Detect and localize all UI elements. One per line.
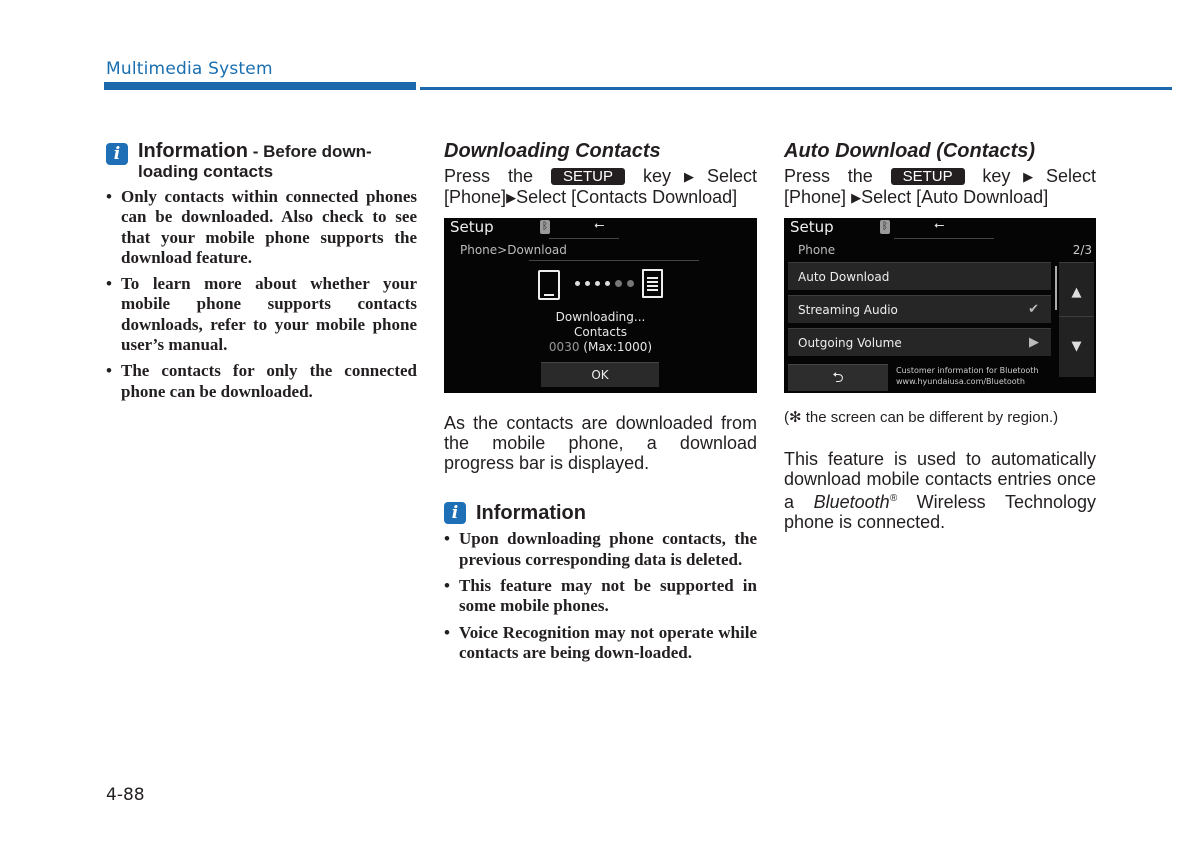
status-downloading: Downloading... [555, 309, 646, 324]
section-title: Downloading Contacts [444, 140, 661, 162]
instr-press: Press the [784, 166, 873, 186]
instr-key: key [982, 166, 1011, 186]
breadcrumb-underline [529, 259, 699, 261]
bullet-item: The contacts for only the connected phon… [106, 361, 417, 402]
instr-phone: [Phone] [444, 187, 507, 208]
instr-select: Select [1045, 166, 1096, 186]
status-count: 0030 (Max:1000) [444, 340, 757, 354]
info-heading: i Information - Before down- loading con… [106, 140, 417, 182]
download-description: As the contacts are downloaded from the … [444, 412, 757, 474]
instr-select-target: Select [Contacts Download] [516, 187, 738, 208]
screen-breadcrumb: Phone [798, 242, 836, 257]
progress-dot [595, 280, 600, 286]
menu-item-label: Outgoing Volume [798, 335, 902, 350]
progress-dot [585, 280, 590, 286]
tab-underline [894, 237, 994, 239]
instr-key-select: key▶Select [982, 166, 1096, 186]
auto-download-description: This feature is used to automatically do… [784, 449, 1096, 533]
column-right: Auto Download (Contacts) Press the SETUP… [784, 140, 1096, 533]
setup-key-badge: SETUP [890, 168, 965, 185]
page-number: 4-88 [106, 785, 145, 805]
instructions: Press the SETUP key▶Select [784, 166, 1096, 187]
instr-select: Select [706, 166, 757, 186]
status-contacts: Contacts [574, 324, 627, 339]
checkmark-icon: ✔ [1028, 301, 1039, 317]
arrow-up-icon: ▲ [1071, 284, 1082, 300]
info-icon: i [106, 143, 128, 165]
instr-key: key [643, 166, 672, 186]
setup-key-badge: SETUP [551, 168, 626, 185]
menu-item-outgoing-volume[interactable]: Outgoing Volume ▶ [788, 327, 1051, 356]
tab-underline [549, 237, 619, 239]
bullet-item: This feature may not be supported in som… [444, 576, 757, 617]
progress-dots [575, 279, 634, 287]
usb-icon: ⭠ [934, 217, 945, 233]
screen-title: Setup [450, 217, 494, 236]
scrollbar[interactable] [1055, 265, 1057, 310]
bullet-item: To learn more about whether your mobile … [106, 274, 417, 355]
chevron-right-icon: ▶ [1029, 334, 1039, 350]
info-icon: i [444, 502, 466, 525]
instr-select-target: Select [Auto Download] [861, 187, 1049, 208]
scroll-down-button[interactable]: ▼ [1059, 315, 1094, 377]
bullet-item: Only contacts within connected phones ca… [106, 187, 417, 268]
instr-phone: [Phone] [784, 187, 847, 208]
column-middle: Downloading Contacts Press the SETUP key… [444, 140, 757, 669]
screen-breadcrumb: Phone>Download [460, 242, 567, 257]
contacts-document-icon [642, 268, 663, 298]
triangle-right-icon: ▶ [1010, 169, 1046, 184]
instructions-line2: [Phone] ▶Select [Auto Download] [784, 187, 1096, 208]
menu-item-streaming-audio[interactable]: Streaming Audio ✔ [788, 294, 1051, 323]
instructions: Press the SETUP key▶Select [444, 166, 757, 187]
page-indicator: 2/3 [1072, 242, 1092, 257]
instructions-line2: [Phone]▶Select [Contacts Download] [444, 187, 757, 208]
bluetooth-download-icon: ᛒ [540, 219, 550, 234]
header-bar-thin [420, 87, 1172, 90]
ok-button[interactable]: OK [541, 361, 659, 387]
info-title: Information [138, 140, 248, 162]
progress-dot [627, 279, 634, 287]
menu-item-auto-download[interactable]: Auto Download [788, 261, 1051, 290]
info-subtitle-cont: loading contacts [138, 162, 274, 181]
info-bullet-list: Only contacts within connected phones ca… [106, 187, 417, 402]
customer-info-url: www.hyundaiusa.com/Bluetooth [896, 376, 1025, 386]
usb-icon: ⭠ [594, 217, 605, 233]
screen-title: Setup [790, 217, 834, 236]
bluetooth-term: Bluetooth [813, 492, 890, 513]
section-header-title: Multimedia System [106, 59, 273, 79]
column-left: i Information - Before down- loading con… [106, 140, 417, 408]
menu-item-label: Auto Download [798, 269, 890, 284]
bullet-item: Voice Recognition may not operate while … [444, 623, 757, 664]
registered-mark: ® [889, 493, 898, 505]
header-bar-thick [104, 82, 416, 90]
download-count: 0030 [548, 339, 580, 354]
progress-dot [605, 280, 610, 286]
back-button[interactable]: ⮌ [788, 363, 888, 391]
triangle-right-icon: ▶ [851, 190, 862, 206]
phone-settings-screen: Setup ᛒ ⭠ Phone 2/3 Auto Download Stream… [784, 217, 1096, 393]
instr-press: Press the [444, 166, 534, 186]
triangle-right-icon: ▶ [671, 169, 707, 184]
bullet-item: Upon downloading phone contacts, the pre… [444, 529, 757, 570]
download-screen: Setup ᛒ ⭠ Phone>Download Downloading... … [444, 217, 757, 393]
info-heading: i Information [444, 499, 757, 525]
customer-info: Customer information for Bluetooth www.h… [896, 365, 1039, 387]
bluetooth-icon: ᛒ [880, 219, 890, 234]
info-bullet-list: Upon downloading phone contacts, the pre… [444, 529, 757, 663]
download-max: (Max:1000) [583, 339, 653, 354]
progress-dot [615, 279, 622, 287]
customer-info-line1: Customer information for Bluetooth [896, 365, 1039, 375]
menu-item-label: Streaming Audio [798, 302, 898, 317]
triangle-right-icon: ▶ [506, 190, 517, 206]
info-subtitle: - Before down- [248, 142, 372, 161]
info-title: Information [476, 502, 586, 525]
phone-icon [538, 269, 560, 300]
instr-key-select: key▶Select [643, 166, 757, 186]
back-arrow-icon: ⮌ [832, 369, 844, 386]
section-title: Auto Download (Contacts) [784, 140, 1036, 162]
progress-dot [575, 280, 580, 286]
arrow-down-icon: ▼ [1071, 338, 1082, 354]
scroll-up-button[interactable]: ▲ [1059, 261, 1094, 323]
region-note: (✻ the screen can be different by region… [784, 408, 1059, 426]
